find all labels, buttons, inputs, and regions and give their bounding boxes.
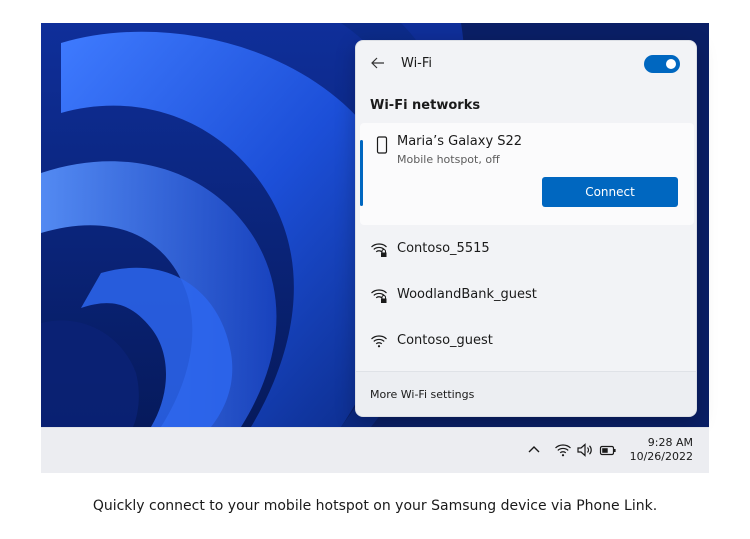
selected-network-name: Maria’s Galaxy S22: [397, 134, 523, 149]
network-item[interactable]: WoodlandBank_guest: [360, 275, 694, 315]
network-name: WoodlandBank_guest: [397, 287, 537, 302]
wifi-icon: [371, 335, 387, 348]
wifi-icon[interactable]: [554, 441, 572, 459]
network-name: Contoso_guest: [397, 333, 493, 348]
network-name: Contoso_5515: [397, 241, 490, 256]
phone-icon: [376, 136, 388, 154]
flyout-footer: More Wi-Fi settings: [356, 371, 696, 416]
flyout-title: Wi-Fi: [401, 56, 433, 71]
networks-section-title: Wi-Fi networks: [370, 98, 481, 113]
chevron-up-icon[interactable]: [525, 441, 543, 459]
flyout-header: Wi-Fi: [356, 41, 696, 89]
clock-time: 9:28 AM: [647, 436, 693, 449]
wifi-toggle[interactable]: [644, 55, 680, 73]
back-arrow-icon[interactable]: [370, 55, 386, 71]
wifi-secured-icon: [371, 289, 387, 303]
clock-date: 10/26/2022: [629, 450, 693, 463]
wifi-secured-icon: [371, 243, 387, 257]
wifi-flyout: Wi-Fi Wi-Fi networks Maria’s Galaxy S22 …: [355, 40, 697, 417]
selection-indicator: [360, 140, 363, 206]
system-clock[interactable]: 9:28 AM 10/26/2022: [630, 436, 693, 464]
toggle-knob: [666, 59, 676, 69]
selected-network-status: Mobile hotspot, off: [397, 153, 500, 166]
more-wifi-settings-link[interactable]: More Wi-Fi settings: [370, 388, 474, 401]
selected-network[interactable]: Maria’s Galaxy S22 Mobile hotspot, off C…: [360, 123, 694, 225]
image-caption: Quickly connect to your mobile hotspot o…: [92, 498, 658, 514]
connect-button[interactable]: Connect: [542, 177, 678, 207]
volume-icon[interactable]: [576, 441, 594, 459]
taskbar: 9:28 AM 10/26/2022: [41, 427, 709, 473]
network-item[interactable]: Contoso_guest: [360, 321, 694, 361]
battery-icon[interactable]: [599, 441, 617, 459]
network-item[interactable]: Contoso_5515: [360, 229, 694, 269]
